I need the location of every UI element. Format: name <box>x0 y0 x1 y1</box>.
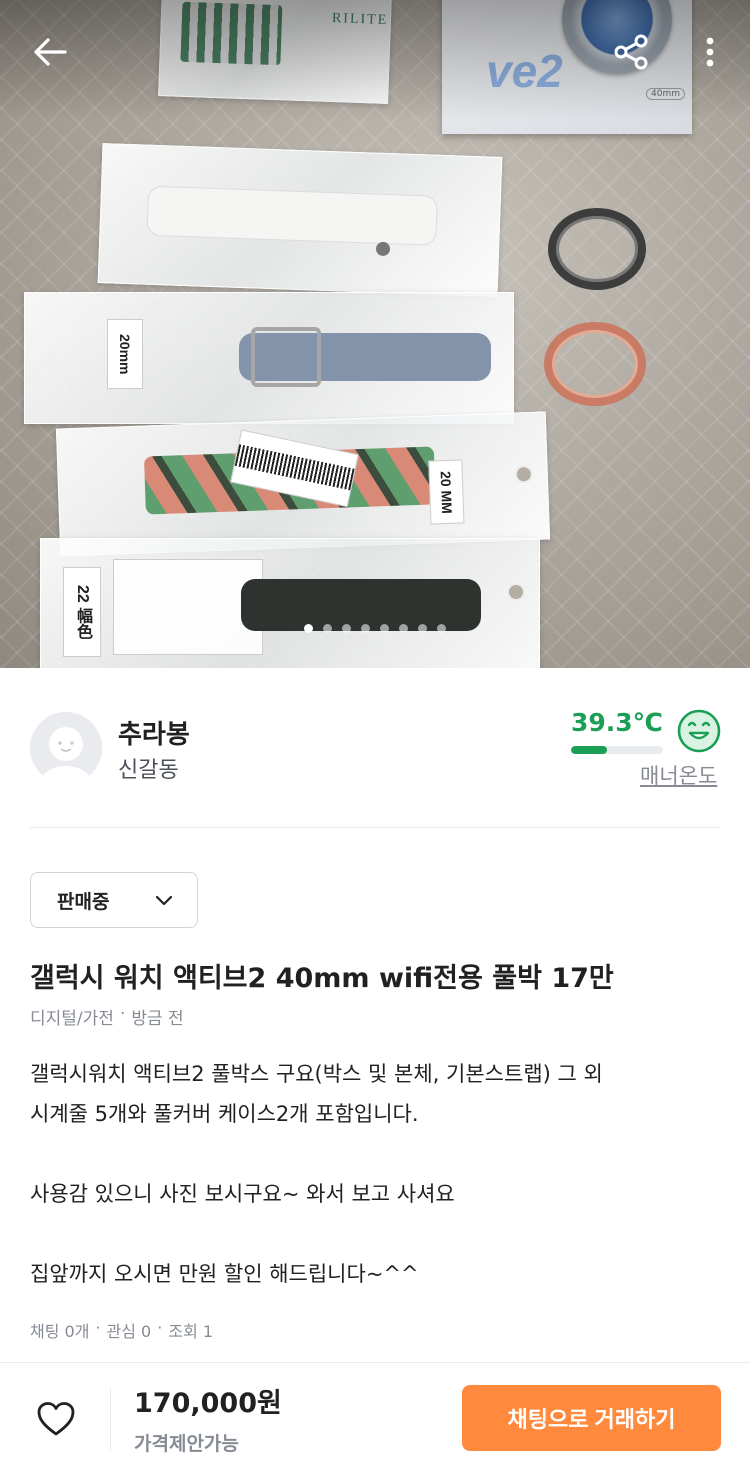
post-category[interactable]: 디지털/가전 <box>30 1004 114 1029</box>
case-rose <box>544 322 646 406</box>
post-body-line <box>30 1134 720 1174</box>
chevron-down-icon <box>155 895 173 906</box>
bag-label-3: 22 幅色 <box>63 567 101 657</box>
meta-separator: · <box>119 1004 126 1024</box>
post-title: 갤럭시 워치 액티브2 40mm wifi전용 풀박 17만 <box>30 963 614 994</box>
pager-dot[interactable] <box>418 624 427 633</box>
share-button[interactable] <box>606 26 658 78</box>
share-icon <box>614 34 648 70</box>
vertical-divider <box>110 1387 111 1451</box>
pager-dot[interactable] <box>304 624 313 633</box>
strap-bag-dark: 22 幅色 <box>40 538 540 668</box>
manner-temperature-link[interactable]: 매너온도 <box>640 760 717 790</box>
divider <box>30 827 720 828</box>
pager-dot[interactable] <box>437 624 446 633</box>
more-vertical-icon <box>706 37 714 67</box>
post-stats: 채팅 0개 · 관심 0 · 조회 1 <box>30 1318 213 1342</box>
heart-outline-icon <box>37 1402 75 1436</box>
view-count: 조회 1 <box>168 1322 214 1341</box>
product-photo[interactable]: RILITE ve2 40mm 20mm 20 MM 22 幅色 <box>0 0 750 668</box>
pager-dot[interactable] <box>380 624 389 633</box>
bottom-action-bar: 170,000원 가격제안가능 채팅으로 거래하기 <box>0 1362 750 1474</box>
post-time: 방금 전 <box>131 1009 184 1029</box>
stats-separator: · <box>95 1318 101 1337</box>
back-button[interactable] <box>24 26 76 78</box>
pager-dot[interactable] <box>323 624 332 633</box>
strap-bag-pattern: 20 MM <box>55 411 551 557</box>
post-body: 갤럭시워치 액티브2 풀박스 구요(박스 및 본체, 기본스트랩) 그 외 시계… <box>30 1054 720 1294</box>
seller-name: 추라봉 <box>118 720 190 750</box>
chat-trade-button[interactable]: 채팅으로 거래하기 <box>462 1385 721 1451</box>
post-meta: 디지털/가전 · 방금 전 <box>30 1004 184 1029</box>
price-negotiable: 가격제안가능 <box>134 1433 239 1455</box>
manner-temperature-value: 39.3℃ <box>571 708 663 737</box>
like-button[interactable] <box>32 1397 80 1441</box>
sale-status-select[interactable]: 판매중 <box>30 872 198 928</box>
strap-bag-blue: 20mm <box>24 292 514 424</box>
post-body-line: 시계줄 5개와 풀커버 케이스2개 포함입니다. <box>30 1102 419 1126</box>
seller-profile[interactable]: 추라봉 신갈동 39.3℃ 매너온도 <box>30 708 722 790</box>
pager-dot[interactable] <box>342 624 351 633</box>
chat-count: 채팅 0개 <box>30 1322 90 1341</box>
sale-status-label: 판매중 <box>57 890 110 913</box>
post-body-line: 사용감 있으니 사진 보시구요~ 와서 보고 사셔요 <box>30 1182 455 1206</box>
case-black <box>548 208 646 290</box>
pager-dot[interactable] <box>361 624 370 633</box>
bag-label-2: 20 MM <box>428 459 465 525</box>
back-arrow-icon <box>34 38 67 66</box>
post-body-line <box>30 1214 720 1254</box>
stats-separator: · <box>157 1318 163 1337</box>
post-body-line: 갤럭시워치 액티브2 풀박스 구요(박스 및 본체, 기본스트랩) 그 외 <box>30 1062 603 1086</box>
price: 170,000원 <box>134 1388 282 1419</box>
more-button[interactable] <box>684 26 736 78</box>
avatar[interactable] <box>30 712 102 784</box>
manner-temperature-bar <box>571 746 663 754</box>
pager-dot[interactable] <box>399 624 408 633</box>
strap-bag-white <box>97 143 503 297</box>
photo-pager <box>0 624 750 633</box>
like-count: 관심 0 <box>106 1322 152 1341</box>
post-body-line: 집앞까지 오시면 만원 할인 해드립니다~^^ <box>30 1262 419 1286</box>
smile-face-icon <box>676 708 722 754</box>
manner-temperature-fill <box>571 746 608 754</box>
bag-label-1: 20mm <box>107 319 143 389</box>
default-avatar-icon <box>30 712 102 784</box>
seller-location: 신갈동 <box>118 758 179 783</box>
